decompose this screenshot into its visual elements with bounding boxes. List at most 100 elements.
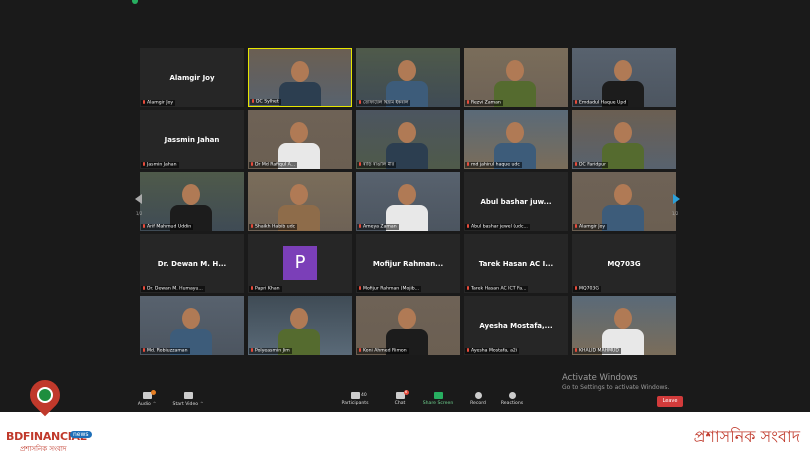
- participant-name-label: Ameya Zaman: [357, 223, 399, 230]
- participant-tile[interactable]: Dr. Dewan M. H... Dr. Dewan M. Humayu...: [140, 234, 244, 293]
- start-video-button[interactable]: Start Video ^: [168, 392, 208, 407]
- participant-tile[interactable]: DC Faridpur: [572, 110, 676, 169]
- participants-label: Participants: [341, 401, 369, 406]
- muted-mic-icon: [575, 285, 577, 290]
- participant-tile[interactable]: Tarek Hasan AC I... Tarek Hasan AC ICT Fa…: [464, 234, 568, 293]
- chevron-up-icon[interactable]: ^: [200, 401, 203, 406]
- participant-tile[interactable]: Shaikh Habib udc: [248, 172, 352, 231]
- participant-tile[interactable]: Jassmin Jahan Jasmin Jahan: [140, 110, 244, 169]
- muted-mic-icon: [467, 161, 469, 166]
- participant-name-label: Shaikh Habib udc: [249, 223, 298, 230]
- participant-video: [572, 172, 676, 231]
- participant-face: [398, 308, 416, 329]
- participant-face: [614, 308, 632, 329]
- participant-name-label: Md. Robiuzzaman: [141, 347, 190, 354]
- muted-mic-icon: [251, 347, 253, 352]
- participant-face: [398, 60, 416, 81]
- participant-tile[interactable]: md jahirul haque udc: [464, 110, 568, 169]
- muted-mic-icon: [467, 347, 469, 352]
- participant-name-label: Papri Khan: [249, 285, 282, 292]
- muted-mic-icon: [467, 223, 469, 228]
- top-status-bar: [0, 0, 810, 6]
- next-page-arrow-icon[interactable]: [673, 194, 680, 204]
- participant-avatar: P: [283, 246, 317, 280]
- share-screen-button[interactable]: Share Screen: [418, 392, 458, 406]
- participant-tile[interactable]: Emdadul Haque Upd: [572, 48, 676, 107]
- participant-video: [356, 172, 460, 231]
- muted-mic-icon: [467, 99, 469, 104]
- participant-face: [182, 184, 200, 205]
- participant-name-label: Alamgir Joy: [573, 223, 608, 230]
- participant-face: [614, 184, 632, 205]
- leave-button[interactable]: Leave: [657, 396, 683, 407]
- chat-icon: 6: [395, 390, 409, 399]
- participant-tile[interactable]: Arif Mahmud Uddin: [140, 172, 244, 231]
- participant-name-label: KHALID MAHMUD: [573, 347, 621, 354]
- participant-tile[interactable]: Mofijur Rahman... Mofijur Rahman (Mojib..…: [356, 234, 460, 293]
- participant-tile[interactable]: Dr Md Rafiqul A...: [248, 110, 352, 169]
- logo-subtitle: প্রশাসনিক সংবাদ: [20, 445, 67, 453]
- participant-tile[interactable]: Rezvi Zaman: [464, 48, 568, 107]
- participant-tile[interactable]: Alamgir Joy Alamgir Joy: [140, 48, 244, 107]
- chat-badge: 6: [403, 390, 409, 395]
- participant-face: [506, 122, 524, 143]
- participant-face: [290, 122, 308, 143]
- participant-tile[interactable]: MQ703G MQ703G: [572, 234, 676, 293]
- participant-video: [356, 296, 460, 355]
- participant-name-label: md jahirul haque udc: [465, 161, 522, 168]
- participant-name-label: DC Faridpur: [573, 161, 609, 168]
- muted-mic-icon: [143, 285, 145, 290]
- share-screen-label: Share Screen: [422, 401, 454, 406]
- participant-tile[interactable]: Alamgir Joy: [572, 172, 676, 231]
- participants-count: 40: [361, 393, 367, 398]
- muted-mic-icon: [252, 98, 254, 103]
- security-shield-icon[interactable]: [132, 0, 138, 4]
- chevron-up-icon[interactable]: ^: [153, 401, 156, 406]
- participant-body: [602, 205, 644, 231]
- participant-tile[interactable]: DC Sylhet: [248, 48, 352, 107]
- participant-name-label: Ayesha Mostafa, a2i: [465, 347, 520, 354]
- reactions-icon: [508, 392, 516, 399]
- participant-name-label: Jasmin Jahan: [141, 161, 179, 168]
- participant-face: [614, 122, 632, 143]
- participant-tile[interactable]: P Papri Khan: [248, 234, 352, 293]
- participant-video: [572, 110, 676, 169]
- participant-name-label: তোফায়েল হিয়াম ইকবাল: [357, 99, 411, 106]
- participant-face: [291, 61, 309, 82]
- participant-tile[interactable]: Koni Ahmed Rimon: [356, 296, 460, 355]
- muted-mic-icon: [143, 161, 145, 166]
- reactions-label: Reactions: [500, 401, 524, 406]
- page-indicator-left: 1/2: [136, 211, 143, 216]
- participant-tile[interactable]: তোফায়েল হিয়াম ইকবাল: [356, 48, 460, 107]
- participant-face: [290, 184, 308, 205]
- participant-tile[interactable]: বাড়ি বাঙালি মীর: [356, 110, 460, 169]
- participant-name-label: Alamgir Joy: [141, 99, 176, 106]
- participant-tile[interactable]: Md. Robiuzzaman: [140, 296, 244, 355]
- muted-mic-icon: [575, 347, 577, 352]
- reactions-button[interactable]: Reactions: [492, 392, 532, 406]
- participants-button[interactable]: Participants 40: [333, 392, 377, 406]
- muted-mic-icon: [251, 161, 253, 166]
- participant-tile[interactable]: Ameya Zaman: [356, 172, 460, 231]
- participant-video: [356, 48, 460, 107]
- participant-display-name: Mofijur Rahman...: [372, 260, 444, 268]
- audio-button[interactable]: Audio ^: [127, 390, 167, 407]
- participant-name-label: Koni Ahmed Rimon: [357, 347, 409, 354]
- participant-video: [249, 49, 351, 106]
- page-indicator-right: 1/2: [672, 211, 679, 216]
- chat-label: Chat: [394, 401, 406, 406]
- participant-tile[interactable]: Abul bashar juw... Abul bashar jewel (udc…: [464, 172, 568, 231]
- participant-name-label: Dr Md Rafiqul A...: [249, 161, 298, 168]
- chat-button[interactable]: 6 Chat: [380, 390, 420, 406]
- participant-video: [356, 110, 460, 169]
- previous-page-arrow-icon[interactable]: [135, 194, 142, 204]
- participant-face: [182, 308, 200, 329]
- participant-video: [572, 48, 676, 107]
- participant-face: [398, 122, 416, 143]
- participant-name-label: বাড়ি বাঙালি মীর: [357, 161, 397, 168]
- participant-tile[interactable]: Polyeasmin Jim: [248, 296, 352, 355]
- headphones-icon: [142, 390, 156, 399]
- participant-body: [602, 143, 644, 169]
- participant-tile[interactable]: KHALID MAHMUD: [572, 296, 676, 355]
- participant-tile[interactable]: Ayesha Mostafa,... Ayesha Mostafa, a2i: [464, 296, 568, 355]
